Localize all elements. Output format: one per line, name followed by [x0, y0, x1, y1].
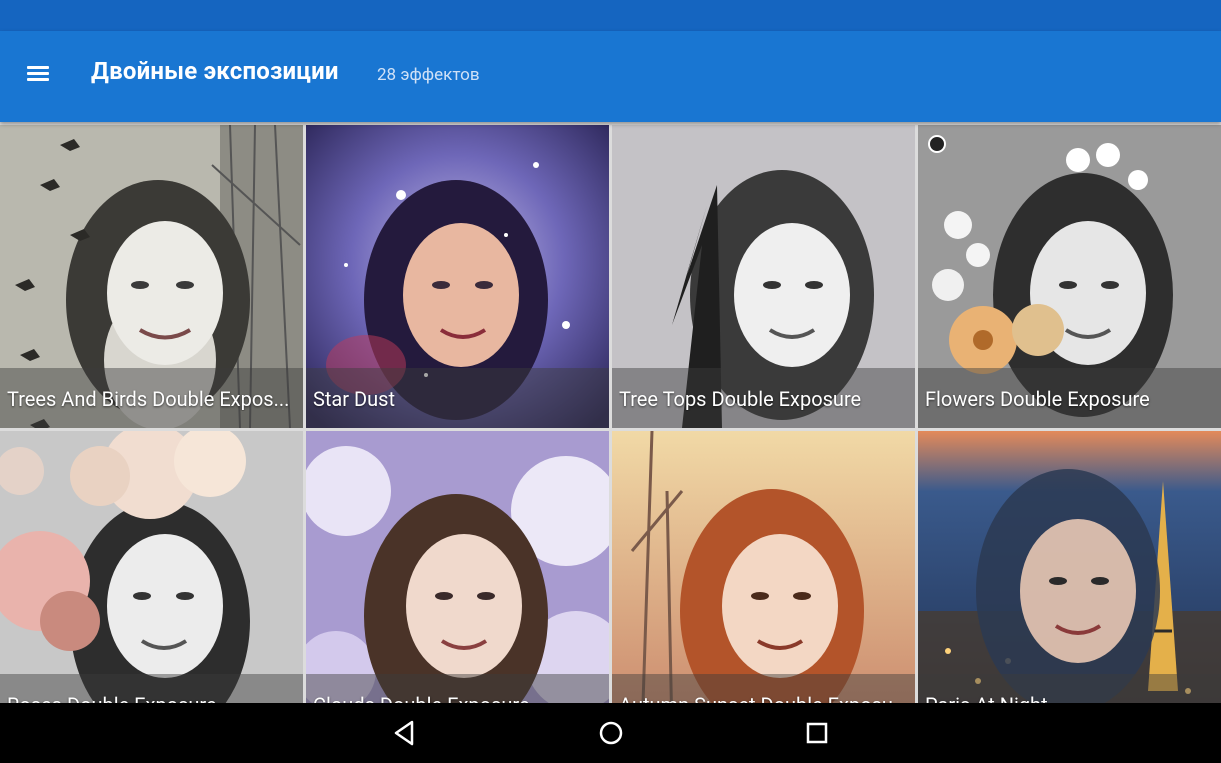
tile-caption: Tree Tops Double Exposure	[612, 368, 915, 428]
recents-square-icon[interactable]	[802, 718, 832, 748]
effect-label: Trees And Birds Double Expos...	[7, 387, 290, 411]
hamburger-menu-icon[interactable]	[22, 61, 54, 87]
effect-thumbnail	[306, 431, 609, 703]
tile-caption: Autumn Sunset Double Exposure	[612, 674, 915, 703]
effect-thumbnail	[0, 431, 303, 703]
effect-thumbnail	[918, 431, 1221, 703]
status-bar	[0, 0, 1221, 31]
effect-label: Clouds Double Exposure	[313, 693, 601, 703]
effect-tile-flowers[interactable]: Flowers Double Exposure	[918, 125, 1221, 428]
effects-grid: Trees And Birds Double Expos... Star Dus…	[0, 125, 1221, 703]
tile-caption: Flowers Double Exposure	[918, 368, 1221, 428]
page-title: Двойные экспозиции	[91, 57, 339, 85]
tile-caption: Star Dust	[306, 368, 609, 428]
effect-tile-star-dust[interactable]: Star Dust	[306, 125, 609, 428]
effect-label: Tree Tops Double Exposure	[619, 387, 862, 411]
tile-caption: Roses Double Exposure	[0, 674, 303, 703]
effect-label: Flowers Double Exposure	[925, 387, 1150, 411]
effect-tile-roses[interactable]: Roses Double Exposure	[0, 431, 303, 703]
effect-label: Paris At Night	[925, 693, 1213, 703]
tile-caption: Paris At Night	[918, 674, 1221, 703]
effect-label: Autumn Sunset Double Exposure	[619, 693, 907, 703]
effect-thumbnail	[612, 431, 915, 703]
effect-tile-paris-night[interactable]: Paris At Night	[918, 431, 1221, 703]
effect-label: Roses Double Exposure	[7, 693, 295, 703]
effect-tile-tree-tops[interactable]: Tree Tops Double Exposure	[612, 125, 915, 428]
effect-label: Star Dust	[313, 387, 396, 411]
tile-caption: Trees And Birds Double Expos...	[0, 368, 303, 428]
effects-count: 28 эффектов	[377, 65, 480, 85]
effect-tile-autumn[interactable]: Autumn Sunset Double Exposure	[612, 431, 915, 703]
app-bar: Двойные экспозиции 28 эффектов	[0, 31, 1221, 122]
home-circle-icon[interactable]	[596, 718, 626, 748]
effect-tile-trees-birds[interactable]: Trees And Birds Double Expos...	[0, 125, 303, 428]
back-triangle-icon[interactable]	[390, 718, 420, 748]
effect-tile-clouds[interactable]: Clouds Double Exposure	[306, 431, 609, 703]
sticker-face-icon	[928, 135, 946, 153]
tile-caption: Clouds Double Exposure	[306, 674, 609, 703]
system-navigation-bar	[0, 703, 1221, 763]
